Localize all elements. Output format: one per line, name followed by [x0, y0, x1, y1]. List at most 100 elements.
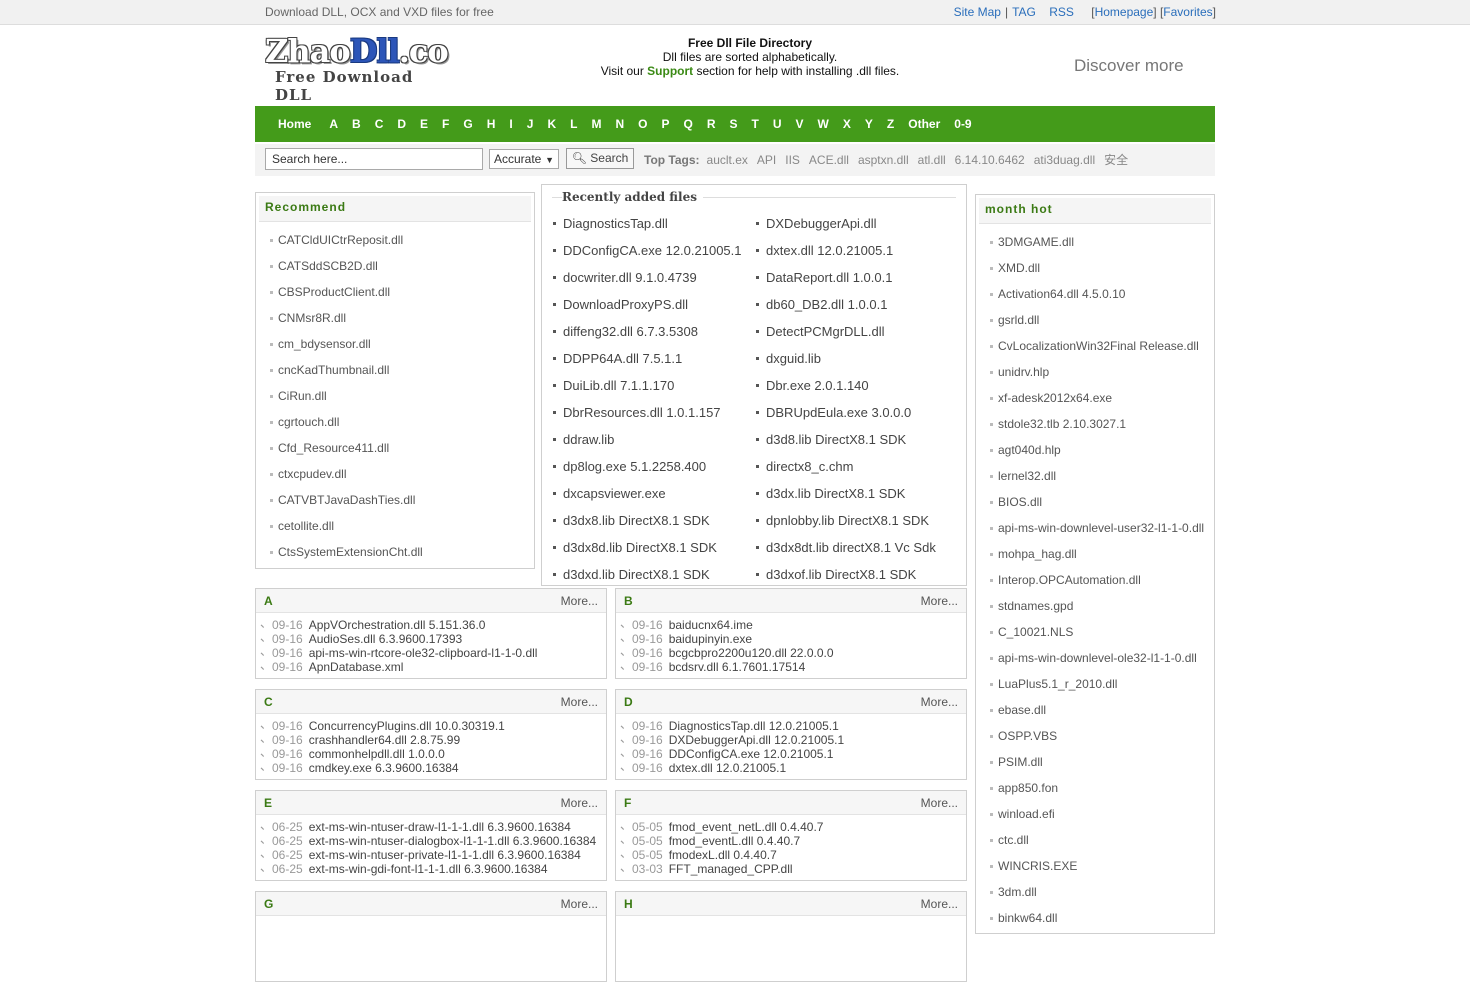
letter-file-row[interactable]: 09-16 DDConfigCA.exe 12.0.21005.1 [620, 745, 966, 761]
month-hot-item[interactable]: stdole32.tlb 2.10.3027.1 [990, 411, 1214, 437]
recent-file-item[interactable]: dxtex.dll 12.0.21005.1 [755, 237, 958, 264]
recent-file-item[interactable]: d3dx8.lib DirectX8.1 SDK [552, 507, 755, 534]
search-button[interactable]: 🔍︎ Search [566, 148, 634, 169]
recent-file-item[interactable]: DataReport.dll 1.0.0.1 [755, 264, 958, 291]
recent-file-item[interactable]: db60_DB2.dll 1.0.0.1 [755, 291, 958, 318]
nav-item-t[interactable]: T [745, 106, 766, 142]
recommend-item[interactable]: CiRun.dll [270, 383, 534, 409]
recent-file-item[interactable]: DuiLib.dll 7.1.1.170 [552, 372, 755, 399]
nav-item-s[interactable]: S [723, 106, 745, 142]
recommend-item[interactable]: cncKadThumbnail.dll [270, 357, 534, 383]
month-hot-item[interactable]: PSIM.dll [990, 749, 1214, 775]
file-name-link[interactable]: commonhelpdll.dll 1.0.0.0 [309, 747, 445, 761]
letter-box-title[interactable]: B [624, 594, 633, 608]
nav-item-c[interactable]: C [368, 106, 391, 142]
recommend-item[interactable]: Cfd_Resource411.dll [270, 435, 534, 461]
file-name-link[interactable]: DiagnosticsTap.dll 12.0.21005.1 [669, 719, 839, 733]
file-name-link[interactable]: crashhandler64.dll 2.8.75.99 [309, 733, 460, 747]
recommend-item[interactable]: CtsSystemExtensionCht.dll [270, 539, 534, 565]
month-hot-item[interactable]: api-ms-win-downlevel-ole32-l1-1-0.dll [990, 645, 1214, 671]
file-name-link[interactable]: FFT_managed_CPP.dll [669, 862, 793, 876]
letter-file-row[interactable]: 09-16 bcgcbpro2200u120.dll 22.0.0.0 [620, 644, 966, 660]
letter-file-row[interactable]: 09-16 baiducnx64.ime [620, 616, 966, 632]
recent-file-item[interactable]: DiagnosticsTap.dll [552, 210, 755, 237]
month-hot-item[interactable]: BIOS.dll [990, 489, 1214, 515]
recent-file-item[interactable]: d3dx.lib DirectX8.1 SDK [755, 480, 958, 507]
letter-file-row[interactable]: 06-25 ext-ms-win-ntuser-dialogbox-l1-1-1.… [260, 832, 606, 848]
month-hot-item[interactable]: 3dm.dll [990, 879, 1214, 905]
nav-item-l[interactable]: L [563, 106, 584, 142]
month-hot-item[interactable]: ctc.dll [990, 827, 1214, 853]
nav-item-f[interactable]: F [435, 106, 456, 142]
month-hot-item[interactable]: stdnames.gpd [990, 593, 1214, 619]
recommend-item[interactable]: CBSProductClient.dll [270, 279, 534, 305]
nav-item-other[interactable]: Other [901, 106, 947, 142]
file-name-link[interactable]: baidupinyin.exe [669, 632, 752, 646]
more-link[interactable]: More... [561, 695, 598, 709]
file-name-link[interactable]: ConcurrencyPlugins.dll 10.0.30319.1 [309, 719, 505, 733]
recommend-item[interactable]: cetollite.dll [270, 513, 534, 539]
nav-item-p[interactable]: P [654, 106, 676, 142]
recommend-item[interactable]: ctxcpudev.dll [270, 461, 534, 487]
file-name-link[interactable]: DXDebuggerApi.dll 12.0.21005.1 [669, 733, 844, 747]
recommend-item[interactable]: CNMsr8R.dll [270, 305, 534, 331]
nav-item-v[interactable]: V [789, 106, 811, 142]
search-input[interactable] [265, 148, 483, 170]
discover-more-ad[interactable]: Discover more [1074, 56, 1184, 76]
file-name-link[interactable]: DDConfigCA.exe 12.0.21005.1 [669, 747, 834, 761]
letter-file-row[interactable]: 06-25 ext-ms-win-gdi-font-l1-1-1.dll 6.3.… [260, 860, 606, 876]
top-tag-link[interactable]: ACE.dll [809, 153, 849, 167]
recent-file-item[interactable]: DownloadProxyPS.dll [552, 291, 755, 318]
more-link[interactable]: More... [561, 796, 598, 810]
recent-file-item[interactable]: DDPP64A.dll 7.5.1.1 [552, 345, 755, 372]
rss-link[interactable]: RSS [1049, 5, 1074, 19]
recommend-item[interactable]: CATCldUICtrReposit.dll [270, 227, 534, 253]
top-tag-link[interactable]: 安全 [1104, 153, 1128, 167]
letter-file-row[interactable]: 09-16 api-ms-win-rtcore-ole32-clipboard-l… [260, 644, 606, 660]
file-name-link[interactable]: ext-ms-win-ntuser-dialogbox-l1-1-1.dll 6… [309, 834, 596, 848]
site-logo[interactable]: ZhaoDll.co Free Download DLL [265, 34, 449, 104]
letter-file-row[interactable]: 09-16 DiagnosticsTap.dll 12.0.21005.1 [620, 717, 966, 733]
file-name-link[interactable]: dxtex.dll 12.0.21005.1 [669, 761, 786, 775]
letter-box-title[interactable]: C [264, 695, 273, 709]
letter-file-row[interactable]: 06-25 ext-ms-win-ntuser-private-l1-1-1.dl… [260, 846, 606, 862]
letter-file-row[interactable]: 09-16 AudioSes.dll 6.3.9600.17393 [260, 630, 606, 646]
nav-item-e[interactable]: E [413, 106, 435, 142]
recent-file-item[interactable]: d3d8.lib DirectX8.1 SDK [755, 426, 958, 453]
homepage-link[interactable]: Homepage [1095, 5, 1154, 19]
recent-file-item[interactable]: d3dxd.lib DirectX8.1 SDK [552, 561, 755, 588]
letter-file-row[interactable]: 09-16 ConcurrencyPlugins.dll 10.0.30319.1 [260, 717, 606, 733]
top-tag-link[interactable]: ati3duag.dll [1034, 153, 1095, 167]
month-hot-item[interactable]: 3DMGAME.dll [990, 229, 1214, 255]
month-hot-item[interactable]: LuaPlus5.1_r_2010.dll [990, 671, 1214, 697]
top-tag-link[interactable]: asptxn.dll [858, 153, 909, 167]
letter-file-row[interactable]: 06-25 ext-ms-win-ntuser-draw-l1-1-1.dll 6… [260, 818, 606, 834]
month-hot-item[interactable]: xf-adesk2012x64.exe [990, 385, 1214, 411]
more-link[interactable]: More... [921, 594, 958, 608]
nav-item-z[interactable]: Z [880, 106, 901, 142]
top-tag-link[interactable]: IIS [785, 153, 800, 167]
recent-file-item[interactable]: diffeng32.dll 6.7.3.5308 [552, 318, 755, 345]
nav-item-g[interactable]: G [456, 106, 479, 142]
letter-box-title[interactable]: G [264, 897, 273, 911]
recent-file-item[interactable]: DDConfigCA.exe 12.0.21005.1 [552, 237, 755, 264]
letter-file-row[interactable]: 05-05 fmodexL.dll 0.4.40.7 [620, 846, 966, 862]
recent-file-item[interactable]: dp8log.exe 5.1.2258.400 [552, 453, 755, 480]
nav-item-0-9[interactable]: 0-9 [947, 106, 978, 142]
recent-file-item[interactable]: DetectPCMgrDLL.dll [755, 318, 958, 345]
recent-file-item[interactable]: DbrResources.dll 1.0.1.157 [552, 399, 755, 426]
recommend-item[interactable]: cm_bdysensor.dll [270, 331, 534, 357]
month-hot-item[interactable]: app850.fon [990, 775, 1214, 801]
nav-item-a[interactable]: A [322, 106, 345, 142]
more-link[interactable]: More... [921, 897, 958, 911]
site-map-link[interactable]: Site Map [954, 5, 1001, 19]
nav-item-n[interactable]: N [608, 106, 631, 142]
recent-file-item[interactable]: DXDebuggerApi.dll [755, 210, 958, 237]
letter-file-row[interactable]: 09-16 DXDebuggerApi.dll 12.0.21005.1 [620, 731, 966, 747]
recent-file-item[interactable]: Dbr.exe 2.0.1.140 [755, 372, 958, 399]
file-name-link[interactable]: api-ms-win-rtcore-ole32-clipboard-l1-1-0… [309, 646, 538, 660]
month-hot-item[interactable]: binkw64.dll [990, 905, 1214, 931]
nav-item-home[interactable]: Home [267, 106, 322, 142]
letter-file-row[interactable]: 09-16 commonhelpdll.dll 1.0.0.0 [260, 745, 606, 761]
month-hot-item[interactable]: Activation64.dll 4.5.0.10 [990, 281, 1214, 307]
